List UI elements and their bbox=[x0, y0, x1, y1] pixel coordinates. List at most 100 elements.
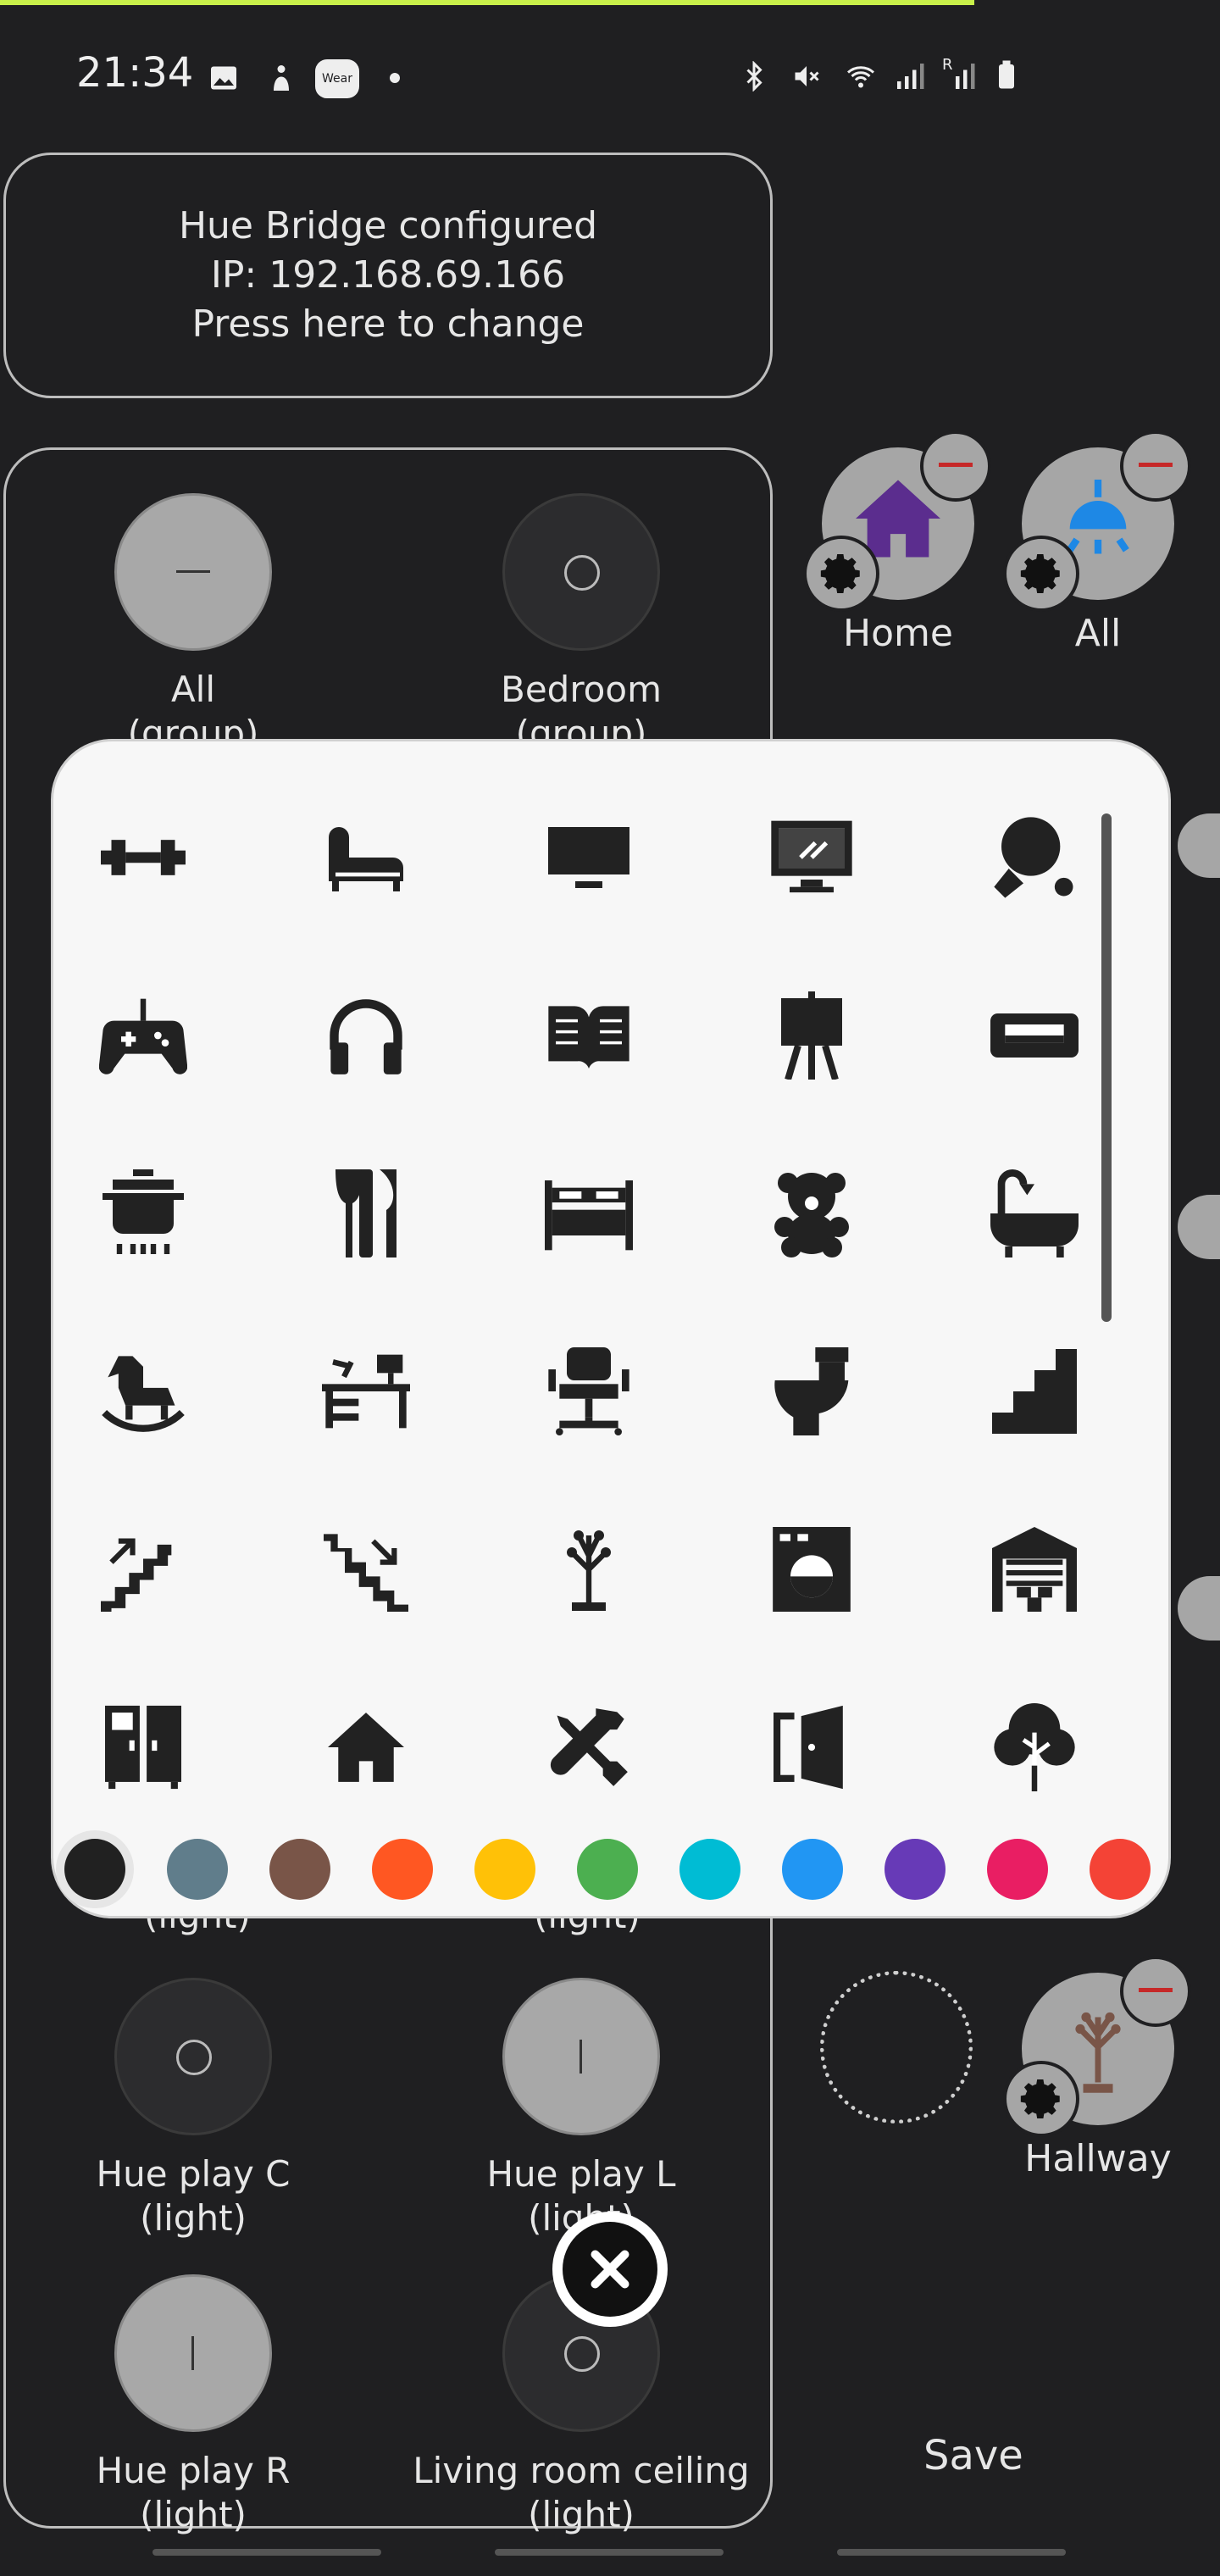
close-icon bbox=[591, 2250, 629, 2289]
save-button[interactable]: Save bbox=[923, 2432, 1023, 2479]
room-tile-hallway[interactable]: Hallway bbox=[1003, 1956, 1191, 2180]
desk-icon[interactable] bbox=[319, 1345, 413, 1438]
easel-icon[interactable] bbox=[765, 989, 858, 1082]
remove-room-button[interactable] bbox=[1120, 430, 1191, 502]
room-tile-home[interactable]: Home bbox=[803, 430, 991, 655]
light-tile-hue-play-l[interactable]: Hue play L (light) bbox=[403, 1978, 759, 2240]
gamepad-icon[interactable] bbox=[97, 989, 190, 1082]
color-swatch[interactable] bbox=[474, 1839, 535, 1900]
rocking-horse-icon[interactable] bbox=[97, 1345, 190, 1438]
close-button[interactable] bbox=[552, 2212, 668, 2327]
room-settings-button[interactable] bbox=[803, 536, 879, 612]
sofa-icon[interactable] bbox=[988, 989, 1081, 1082]
light-toggle-circle[interactable] bbox=[114, 2274, 272, 2432]
light-type: (light) bbox=[528, 2494, 635, 2535]
room-settings-button[interactable] bbox=[1003, 2061, 1079, 2137]
edge-badge bbox=[1178, 813, 1220, 878]
headphones-icon[interactable] bbox=[319, 989, 413, 1082]
cooking-pot-icon[interactable] bbox=[97, 1167, 190, 1260]
color-swatch[interactable] bbox=[1090, 1839, 1151, 1900]
color-swatch[interactable] bbox=[167, 1839, 228, 1900]
color-swatch[interactable] bbox=[679, 1839, 740, 1900]
wifi-icon bbox=[847, 66, 874, 88]
dumbbell-icon[interactable] bbox=[97, 811, 190, 904]
wardrobe-icon[interactable] bbox=[97, 1701, 190, 1794]
edge-badge bbox=[1178, 1576, 1220, 1641]
gear-icon bbox=[820, 554, 860, 593]
room-circle[interactable] bbox=[1003, 1956, 1191, 2137]
light-toggle-circle[interactable] bbox=[502, 1978, 660, 2135]
dot-icon bbox=[390, 73, 400, 83]
washing-machine-icon[interactable] bbox=[765, 1523, 858, 1616]
gallery-icon bbox=[211, 66, 236, 90]
light-tile-hue-play-r[interactable]: Hue play R (light) bbox=[15, 2274, 371, 2537]
light-tile-all-group[interactable]: All (group) bbox=[15, 493, 371, 756]
tools-icon[interactable] bbox=[542, 1701, 635, 1794]
stairs-icon[interactable] bbox=[988, 1345, 1081, 1438]
color-swatch[interactable] bbox=[64, 1839, 125, 1900]
wear-icon: Wear bbox=[315, 59, 359, 98]
gear-icon bbox=[1020, 2079, 1060, 2118]
stairs-up-icon[interactable] bbox=[97, 1523, 190, 1616]
tree-icon[interactable] bbox=[988, 1701, 1081, 1794]
color-swatch[interactable] bbox=[372, 1839, 433, 1900]
light-tile-bedroom-group[interactable]: Bedroom (group) bbox=[403, 493, 759, 756]
light-type: (light) bbox=[140, 2197, 247, 2239]
add-room-placeholder[interactable] bbox=[820, 1971, 973, 2124]
on-indicator-icon bbox=[580, 2040, 582, 2074]
bridge-config-button[interactable]: Hue Bridge configured IP: 192.168.69.166… bbox=[3, 153, 773, 398]
color-swatch[interactable] bbox=[577, 1839, 638, 1900]
open-book-icon[interactable] bbox=[542, 989, 635, 1082]
mute-icon bbox=[795, 66, 819, 86]
light-toggle-circle[interactable] bbox=[502, 493, 660, 651]
bathtub-icon[interactable] bbox=[988, 1167, 1081, 1260]
color-swatch[interactable] bbox=[782, 1839, 843, 1900]
light-name: Hue play L bbox=[486, 2153, 676, 2195]
office-chair-icon[interactable] bbox=[542, 1345, 635, 1438]
bluetooth-icon bbox=[746, 61, 762, 92]
signal-icon bbox=[897, 64, 924, 89]
tv-icon[interactable] bbox=[542, 811, 635, 904]
color-swatch[interactable] bbox=[269, 1839, 330, 1900]
coat-rack-icon[interactable] bbox=[542, 1523, 635, 1616]
monitor-icon[interactable] bbox=[765, 811, 858, 904]
chaise-lounge-icon[interactable] bbox=[319, 811, 413, 904]
room-label: All bbox=[1074, 612, 1122, 655]
edge-badge bbox=[1178, 1195, 1220, 1259]
status-time: 21:34 bbox=[76, 49, 194, 97]
bridge-ip-text: IP: 192.168.69.166 bbox=[210, 253, 566, 297]
light-name: Bedroom bbox=[501, 669, 662, 710]
accent-strip bbox=[0, 0, 974, 5]
bridge-status-text: Hue Bridge configured bbox=[178, 204, 598, 247]
status-bar: 21:34 Wear R bbox=[0, 0, 1220, 127]
color-swatch[interactable] bbox=[987, 1839, 1048, 1900]
light-toggle-circle[interactable] bbox=[114, 493, 272, 651]
remove-room-button[interactable] bbox=[1120, 1956, 1191, 2027]
room-tile-all[interactable]: All bbox=[1003, 430, 1191, 655]
teddy-bear-icon[interactable] bbox=[765, 1167, 858, 1260]
light-tile-hue-play-c[interactable]: Hue play C (light) bbox=[15, 1978, 371, 2240]
door-icon[interactable] bbox=[765, 1701, 858, 1794]
picker-scrollbar[interactable] bbox=[1101, 813, 1112, 1322]
room-circle[interactable] bbox=[803, 430, 991, 612]
nav-pill bbox=[152, 2549, 381, 2556]
room-settings-button[interactable] bbox=[1003, 536, 1079, 612]
light-name: Hue play R bbox=[96, 2450, 291, 2491]
stairs-down-icon[interactable] bbox=[319, 1523, 413, 1616]
cutlery-icon[interactable] bbox=[319, 1167, 413, 1260]
light-toggle-circle[interactable] bbox=[114, 1978, 272, 2135]
house-icon[interactable] bbox=[319, 1701, 413, 1794]
light-name: All bbox=[170, 669, 216, 710]
room-circle[interactable] bbox=[1003, 430, 1191, 612]
ring-indicator-icon bbox=[564, 2336, 600, 2372]
toilet-icon[interactable] bbox=[765, 1345, 858, 1438]
icon-picker-dialog bbox=[51, 739, 1171, 1918]
garage-icon[interactable] bbox=[988, 1523, 1081, 1616]
on-indicator-icon bbox=[191, 2336, 194, 2370]
nav-pill bbox=[837, 2549, 1066, 2556]
color-swatch[interactable] bbox=[884, 1839, 946, 1900]
remove-room-button[interactable] bbox=[920, 430, 991, 502]
ping-pong-icon[interactable] bbox=[988, 811, 1081, 904]
room-label: Hallway bbox=[1024, 2137, 1172, 2180]
bed-icon[interactable] bbox=[542, 1167, 635, 1260]
